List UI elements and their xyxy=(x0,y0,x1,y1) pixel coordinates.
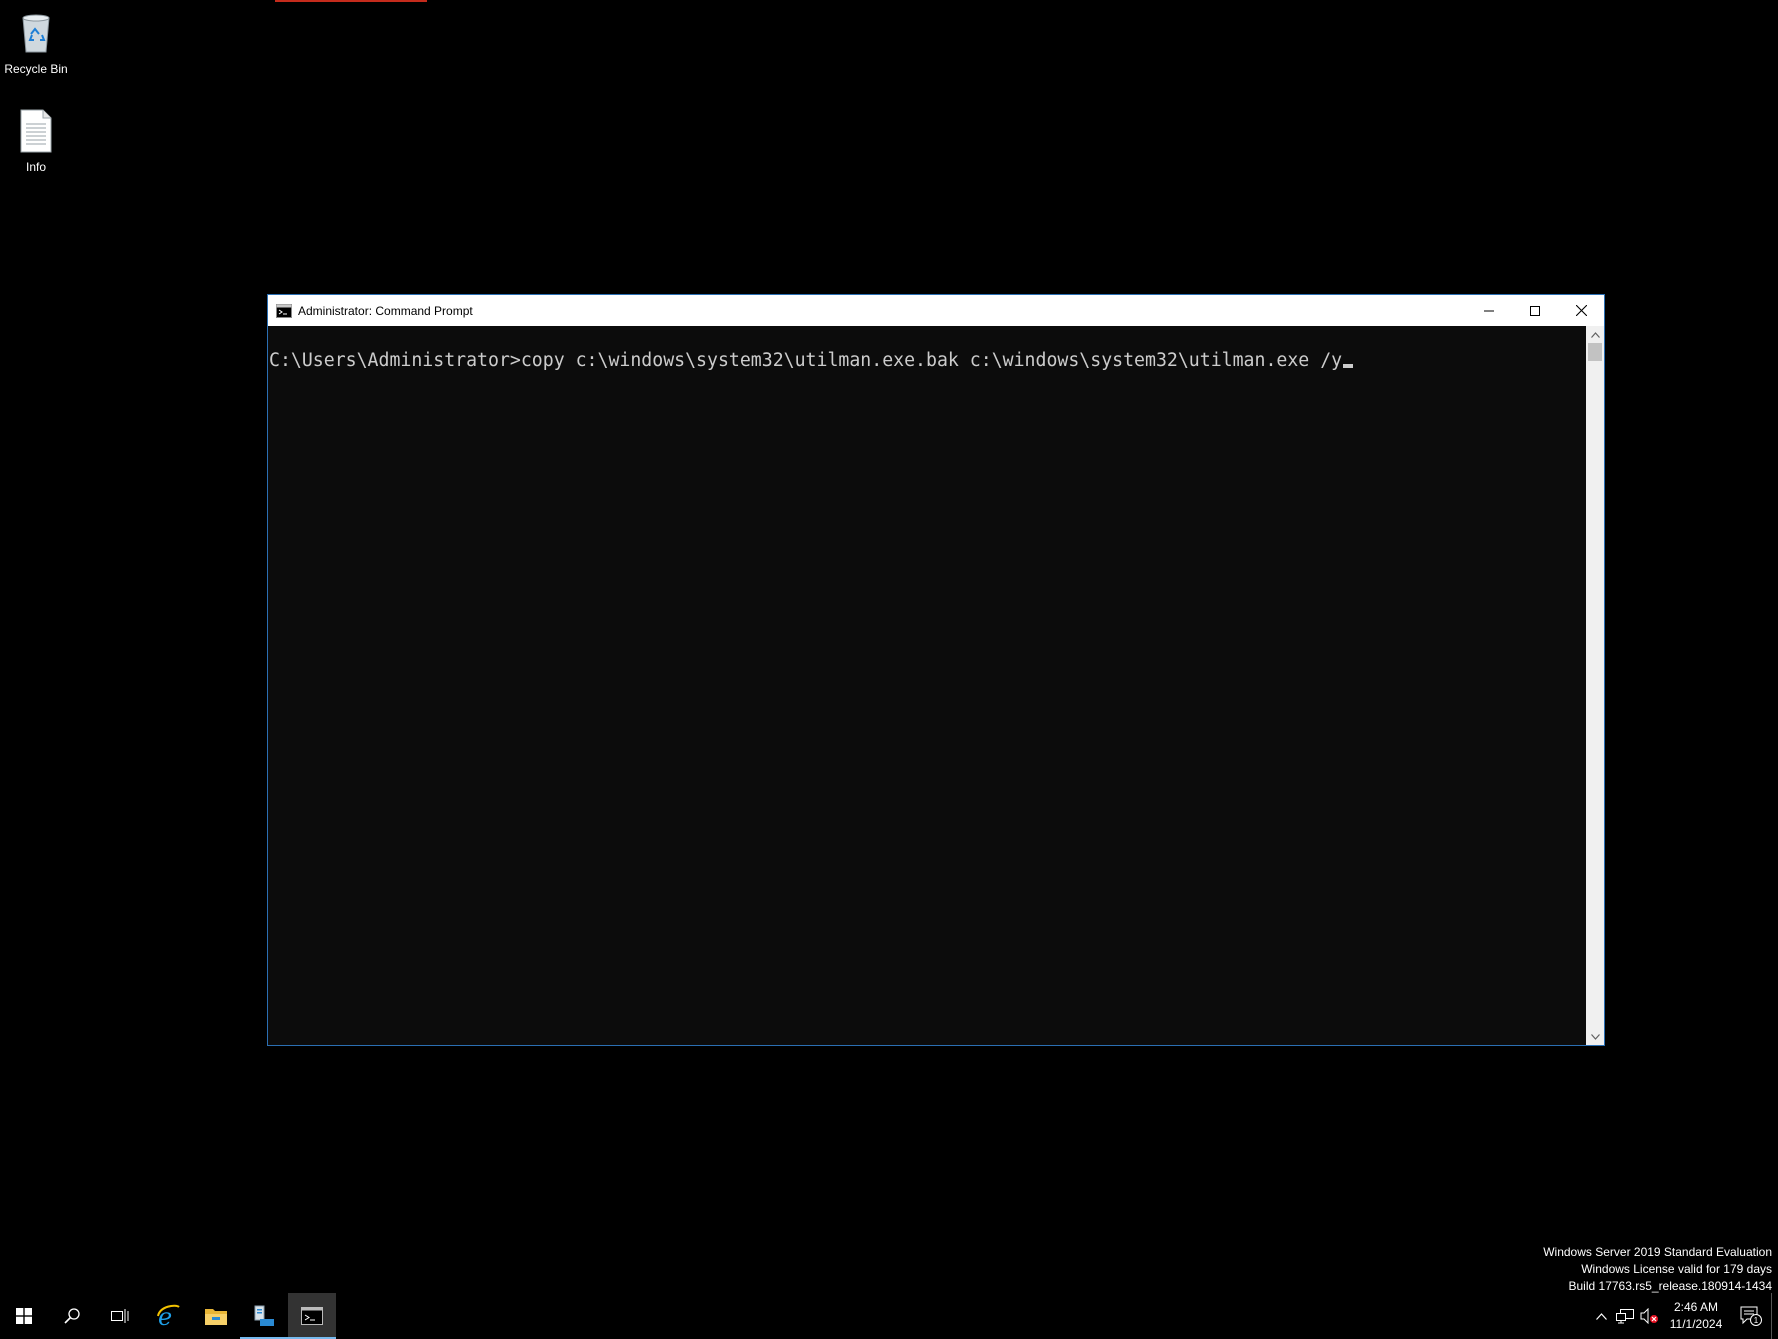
scroll-down-button[interactable] xyxy=(1586,1028,1604,1045)
text-cursor xyxy=(1343,364,1354,368)
console-output[interactable]: C:\Users\Administrator>copy c:\windows\s… xyxy=(268,326,1586,1045)
vertical-scrollbar[interactable] xyxy=(1586,326,1604,1045)
notification-count: 1 xyxy=(1754,1316,1759,1325)
watermark-license: Windows License valid for 179 days xyxy=(1581,1262,1772,1276)
system-tray: 2:46 AM 11/1/2024 1 xyxy=(1589,1293,1778,1339)
top-accent-bar xyxy=(275,0,427,2)
start-windows-icon xyxy=(16,1308,32,1324)
chevron-up-icon xyxy=(1590,331,1600,338)
window-title: Administrator: Command Prompt xyxy=(298,303,473,318)
desktop-icon-label: Recycle Bin xyxy=(4,62,68,76)
console-command: copy c:\windows\system32\utilman.exe.bak… xyxy=(520,350,1343,371)
search-button[interactable] xyxy=(48,1293,96,1339)
maximize-button[interactable] xyxy=(1512,295,1558,326)
close-button[interactable] xyxy=(1558,295,1604,326)
task-view-icon xyxy=(111,1309,129,1323)
network-button[interactable] xyxy=(1613,1293,1637,1339)
window-titlebar[interactable]: Administrator: Command Prompt xyxy=(268,295,1604,326)
taskbar: e 2:46 AM 11/1/2024 1 xyxy=(0,1293,1778,1339)
desktop-icon-recycle-bin[interactable]: Recycle Bin xyxy=(0,10,76,76)
desktop-icon-info[interactable]: Info xyxy=(0,108,76,174)
server-manager-icon xyxy=(254,1305,274,1326)
console-prompt: C:\Users\Administrator> xyxy=(269,350,521,371)
taskbar-internet-explorer[interactable]: e xyxy=(144,1293,192,1339)
command-prompt-window[interactable]: Administrator: Command Prompt C:\Users\A… xyxy=(267,294,1605,1046)
windows-watermark: Windows Server 2019 Standard Evaluation … xyxy=(1543,1244,1772,1295)
watermark-edition: Windows Server 2019 Standard Evaluation xyxy=(1543,1245,1772,1259)
volume-button[interactable] xyxy=(1637,1293,1661,1339)
taskbar-server-manager[interactable] xyxy=(240,1293,288,1339)
show-hidden-icons-button[interactable] xyxy=(1589,1293,1613,1339)
scroll-thumb[interactable] xyxy=(1588,343,1602,361)
chevron-up-icon xyxy=(1595,1312,1607,1320)
action-center-button[interactable]: 1 xyxy=(1731,1293,1771,1339)
maximize-icon xyxy=(1530,305,1540,316)
chevron-down-icon xyxy=(1590,1033,1600,1040)
show-desktop-button[interactable] xyxy=(1771,1293,1778,1339)
start-button[interactable] xyxy=(0,1293,48,1339)
minimize-button[interactable] xyxy=(1466,295,1512,326)
taskbar-file-explorer[interactable] xyxy=(192,1293,240,1339)
recycle-bin-icon xyxy=(13,10,59,56)
command-prompt-icon xyxy=(301,1307,323,1325)
volume-muted-icon xyxy=(1640,1308,1658,1324)
desktop-icon-label: Info xyxy=(25,160,46,174)
minimize-icon xyxy=(1484,310,1494,311)
text-document-icon xyxy=(13,108,59,154)
close-icon xyxy=(1575,305,1587,316)
file-explorer-icon xyxy=(205,1309,227,1325)
notification-icon: 1 xyxy=(1740,1306,1762,1326)
task-view-button[interactable] xyxy=(96,1293,144,1339)
internet-explorer-icon: e xyxy=(157,1304,180,1328)
scroll-up-button[interactable] xyxy=(1586,326,1604,343)
taskbar-clock[interactable]: 2:46 AM 11/1/2024 xyxy=(1661,1299,1731,1333)
clock-date: 11/1/2024 xyxy=(1669,1317,1723,1331)
network-icon xyxy=(1616,1309,1634,1324)
search-icon xyxy=(64,1308,80,1324)
taskbar-command-prompt[interactable] xyxy=(288,1293,336,1339)
clock-time: 2:46 AM xyxy=(1673,1300,1719,1314)
command-prompt-icon xyxy=(276,303,292,318)
